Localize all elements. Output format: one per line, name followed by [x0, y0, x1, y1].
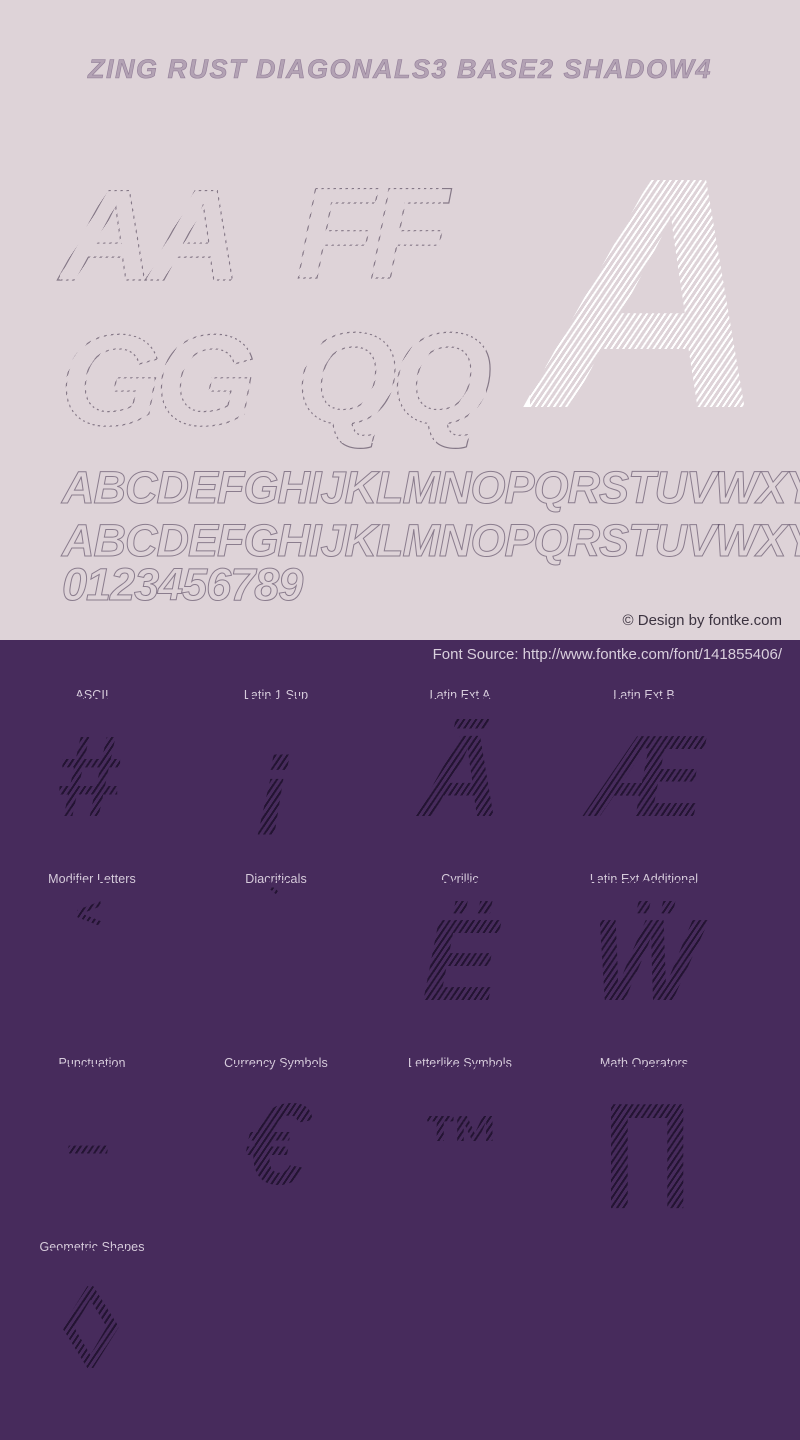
range-sample-glyph: ¡ [246, 696, 306, 856]
range-cell-math-operators: Math Operators ∏ [552, 1050, 736, 1234]
range-label: Geometric Shapes [39, 1240, 145, 1254]
range-sample-text: – [65, 1099, 111, 1188]
range-label: Cyrillic [441, 872, 479, 886]
range-label: ASCII [75, 688, 109, 702]
alphabet-row-uppercase-1: ABCDEFGHIJKLMNOPQRSTUVWXYZ [61, 462, 800, 513]
hero-glyph-text: A [530, 108, 769, 477]
range-cell-latin-ext-a: Latin Ext A Ā [368, 682, 552, 866]
range-cell-geometric-shapes: Geometric Shapes ◊ [0, 1234, 184, 1418]
range-sample-text: Ẅ [591, 895, 701, 1025]
alphabet-row-uppercase-2: ABCDEFGHIJKLMNOPQRSTUVWXYZ [61, 515, 800, 566]
range-cell-cyrillic: Cyrillic Ё [368, 866, 552, 1050]
range-cell-modifier-letters: Modifier Letters ˂ [0, 866, 184, 1050]
unicode-range-grid: ASCII # Latin 1 Sup ¡ Latin Ext A Ā Lati… [0, 682, 800, 1418]
range-sample-glyph: – [55, 1064, 121, 1224]
range-cell-ascii: ASCII # [0, 682, 184, 866]
range-cell-latin-ext-b: Latin Ext B Æ [552, 682, 736, 866]
range-sample-glyph: ◊ [49, 1248, 127, 1408]
range-label: Latin 1 Sup [243, 688, 309, 702]
range-sample-text: ∏ [598, 1079, 694, 1209]
letter-pair-gg-text: GG [59, 307, 256, 453]
range-row: Punctuation – Currency Symbols € Letterl… [0, 1050, 800, 1234]
range-label: Latin Ext A [429, 688, 491, 702]
range-sample-glyph: # [45, 696, 131, 856]
range-row: Modifier Letters ˂ Diacriticals ̀ Cyrill… [0, 866, 800, 1050]
range-row: ASCII # Latin 1 Sup ¡ Latin Ext A Ā Lati… [0, 682, 800, 866]
range-sample-text: ™ [420, 1099, 500, 1188]
hatch-texture-overlay [266, 880, 286, 1040]
range-label: Punctuation [58, 1056, 126, 1070]
letter-pair-aa: AA [59, 169, 242, 300]
range-cell-diacriticals: Diacriticals ̀ [184, 866, 368, 1050]
range-row: Geometric Shapes ◊ [0, 1234, 800, 1418]
range-sample-text: # [55, 711, 121, 841]
range-cell-letterlike-symbols: Letterlike Symbols ™ [368, 1050, 552, 1234]
range-label: Latin Ext Additional [589, 872, 699, 886]
letter-pair-ff: FF [295, 167, 449, 298]
range-cell-currency-symbols: Currency Symbols € [184, 1050, 368, 1234]
font-specimen-page: Zing Rust Diagonals3 Base2 Shadow4 AA FF… [0, 0, 800, 1440]
range-sample-text: ¡ [256, 711, 296, 841]
range-label: Latin Ext B [613, 688, 675, 702]
range-sample-glyph: Ā [408, 696, 512, 856]
unicode-ranges-panel: Font Source: http://www.fontke.com/font/… [0, 640, 800, 1440]
letter-pair-ff-text: FF [295, 160, 449, 306]
range-cell-punctuation: Punctuation – [0, 1050, 184, 1234]
letter-pair-qq: QQ [295, 312, 492, 443]
range-sample-text: Ё [421, 895, 499, 1025]
range-label: Diacriticals [245, 872, 307, 886]
hero-glyph: A [530, 128, 769, 458]
range-label: Letterlike Symbols [408, 1056, 512, 1070]
range-sample-glyph: Æ [578, 696, 714, 856]
letter-pair-aa-text: AA [59, 162, 242, 308]
range-sample-glyph: Ё [411, 880, 509, 1040]
range-sample-glyph: ˂ [64, 880, 112, 1040]
letter-pair-gg: GG [59, 314, 256, 445]
page-title: Zing Rust Diagonals3 Base2 Shadow4 [87, 54, 713, 85]
range-label: Modifier Letters [48, 872, 136, 886]
range-label: Currency Symbols [224, 1056, 328, 1070]
range-sample-glyph: Ẅ [581, 880, 711, 1040]
range-sample-glyph: ™ [410, 1064, 510, 1224]
font-source-link[interactable]: Font Source: http://www.fontke.com/font/… [433, 646, 782, 663]
range-sample-text: ◊ [59, 1263, 117, 1393]
range-cell-latin-1-sup: Latin 1 Sup ¡ [184, 682, 368, 866]
copyright-notice: © Design by fontke.com [622, 612, 782, 629]
letter-pair-qq-text: QQ [295, 305, 492, 451]
range-sample-text: Ā [418, 711, 502, 841]
alphabet-row-digits: 0123456789 [61, 559, 303, 610]
specimen-panel: Zing Rust Diagonals3 Base2 Shadow4 AA FF… [0, 0, 800, 640]
range-sample-text: € [243, 1079, 309, 1209]
range-sample-glyph: € [233, 1064, 319, 1224]
range-sample-text: Æ [588, 711, 704, 841]
range-cell-latin-ext-additional: Latin Ext Additional Ẅ [552, 866, 736, 1050]
range-sample-glyph: ∏ [588, 1064, 704, 1224]
range-sample-text: ˂ [74, 887, 102, 939]
range-label: Math Operators [599, 1056, 689, 1070]
